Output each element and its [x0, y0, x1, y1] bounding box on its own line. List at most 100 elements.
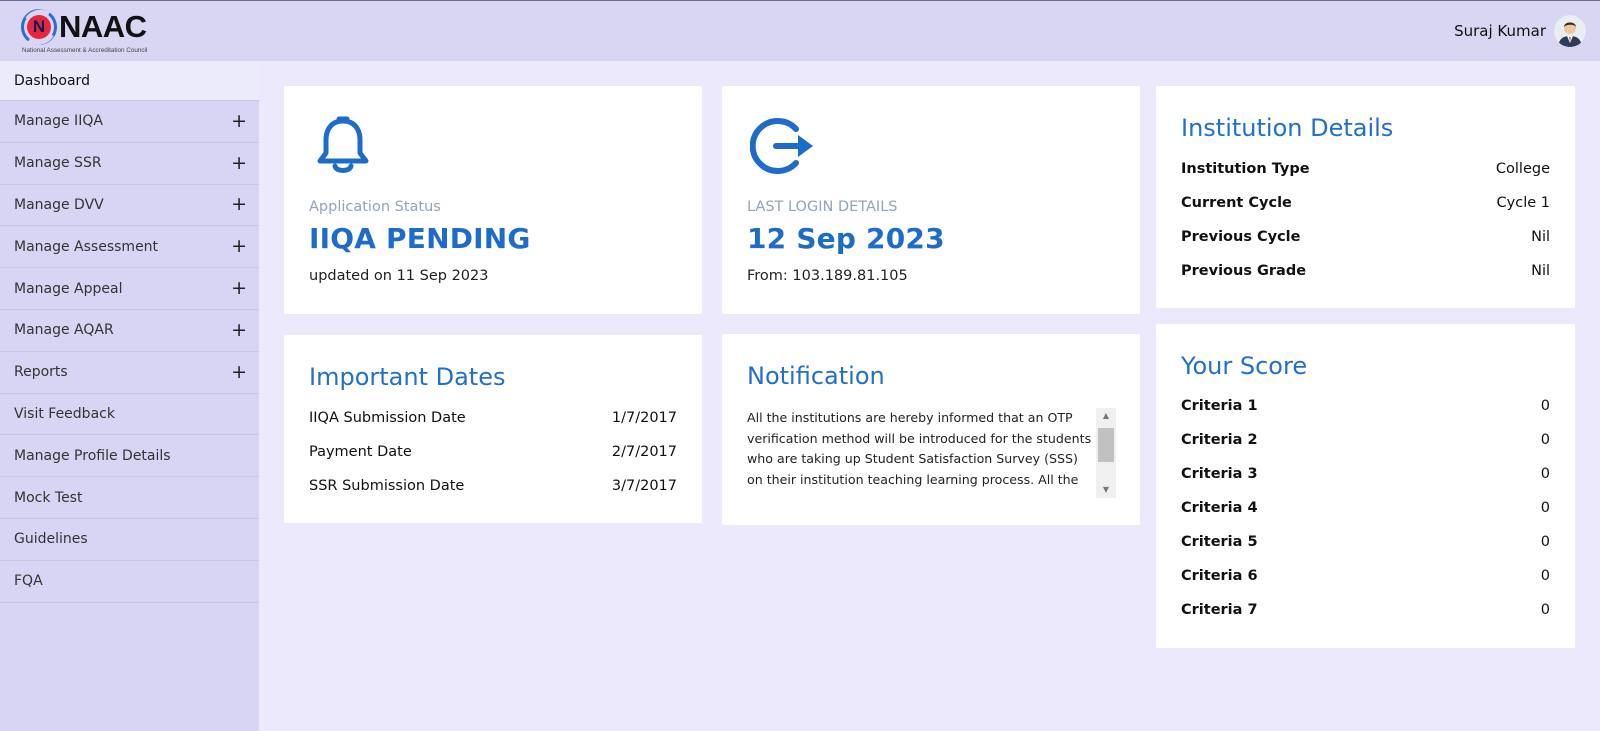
date-label: SSR Submission Date — [309, 478, 465, 494]
detail-value: Nil — [1531, 263, 1550, 279]
sidebar-item-manage-ssr[interactable]: Manage SSR + — [0, 143, 259, 185]
criteria-label: Criteria 4 — [1181, 500, 1258, 516]
sidebar-item-label: Reports — [14, 364, 68, 381]
notification-card: Notification All the institutions are he… — [722, 334, 1140, 525]
score-row: Criteria 7 0 — [1181, 602, 1550, 618]
notification-title: Notification — [747, 362, 885, 390]
criteria-score: 0 — [1540, 398, 1550, 414]
logo-subtitle: National Assessment & Accreditation Coun… — [22, 47, 148, 54]
sidebar-nav: Dashboard Manage IIQA + Manage SSR + Man… — [0, 61, 259, 731]
logout-icon — [750, 118, 813, 174]
institution-details-card: Institution Details Institution Type Col… — [1156, 86, 1575, 308]
sidebar-item-manage-aqar[interactable]: Manage AQAR + — [0, 310, 259, 352]
criteria-label: Criteria 5 — [1181, 534, 1258, 550]
detail-row: Current Cycle Cycle 1 — [1181, 195, 1550, 211]
your-score-title: Your Score — [1181, 352, 1308, 380]
date-value: 3/7/2017 — [611, 478, 677, 494]
sidebar-item-visit-feedback[interactable]: Visit Feedback — [0, 394, 259, 436]
sidebar-item-label: Manage Assessment — [14, 238, 159, 255]
logo-letter: N — [32, 17, 46, 36]
score-row: Criteria 3 0 — [1181, 466, 1550, 482]
detail-row: Institution Type College — [1181, 161, 1550, 177]
criteria-score: 0 — [1540, 602, 1550, 618]
user-avatar[interactable] — [1554, 15, 1586, 47]
date-label: Payment Date — [309, 444, 412, 460]
last-login-card: LAST LOGIN DETAILS 12 Sep 2023 From: 103… — [722, 86, 1140, 314]
criteria-label: Criteria 6 — [1181, 568, 1258, 584]
sidebar-item-label: Manage Profile Details — [14, 447, 171, 464]
sidebar-item-label: FQA — [14, 573, 43, 590]
sidebar-item-label: Visit Feedback — [14, 405, 115, 422]
detail-row: Previous Cycle Nil — [1181, 229, 1550, 245]
sidebar-item-manage-assessment[interactable]: Manage Assessment + — [0, 226, 259, 269]
detail-key: Previous Grade — [1181, 263, 1307, 279]
sidebar-item-label: Manage DVV — [14, 196, 104, 213]
sidebar-item-manage-dvv[interactable]: Manage DVV + — [0, 185, 259, 227]
date-label: IIQA Submission Date — [309, 410, 466, 426]
scrollbar-thumb[interactable] — [1098, 428, 1114, 462]
sidebar-item-label: Manage IIQA — [14, 113, 103, 130]
expand-plus-icon[interactable]: + — [231, 279, 247, 298]
last-login-date: 12 Sep 2023 — [747, 222, 945, 255]
sidebar-item-label: Manage SSR — [14, 155, 102, 172]
sidebar-item-manage-appeal[interactable]: Manage Appeal + — [0, 268, 259, 310]
detail-key: Institution Type — [1181, 161, 1310, 177]
status-label: Application Status — [309, 199, 441, 215]
score-row: Criteria 6 0 — [1181, 568, 1550, 584]
top-header: N NAAC National Assessment & Accreditati… — [0, 0, 1600, 61]
criteria-label: Criteria 1 — [1181, 398, 1258, 414]
score-row: Criteria 4 0 — [1181, 500, 1550, 516]
naac-logo[interactable]: N NAAC National Assessment & Accreditati… — [19, 7, 164, 57]
last-login-ip: From: 103.189.81.105 — [747, 268, 908, 284]
score-row: Criteria 1 0 — [1181, 398, 1550, 414]
expand-plus-icon[interactable]: + — [231, 153, 247, 173]
sidebar-item-label: Mock Test — [14, 489, 83, 506]
criteria-label: Criteria 2 — [1181, 432, 1258, 448]
date-row: IIQA Submission Date 1/7/2017 — [309, 410, 677, 426]
sidebar-item-dashboard[interactable]: Dashboard — [0, 61, 259, 101]
sidebar-item-label: Manage Appeal — [14, 280, 123, 297]
sidebar-item-label: Manage AQAR — [14, 322, 114, 339]
user-name[interactable]: Suraj Kumar — [1454, 22, 1546, 40]
notification-scrollbar[interactable]: ▲ ▼ — [1096, 408, 1116, 498]
expand-plus-icon[interactable]: + — [231, 362, 247, 382]
expand-plus-icon[interactable]: + — [231, 195, 247, 214]
notification-scroll-area[interactable]: All the institutions are hereby informed… — [747, 408, 1116, 500]
scroll-down-arrow-icon[interactable]: ▼ — [1096, 482, 1116, 498]
detail-value: Nil — [1531, 229, 1550, 245]
sidebar-item-mock-test[interactable]: Mock Test — [0, 477, 259, 519]
important-dates-card: Important Dates IIQA Submission Date 1/7… — [284, 335, 702, 523]
sidebar-item-label: Guidelines — [14, 531, 88, 548]
bell-icon — [317, 116, 369, 173]
status-updated-date: updated on 11 Sep 2023 — [309, 268, 489, 284]
status-value: IIQA PENDING — [309, 222, 531, 255]
score-row: Criteria 5 0 — [1181, 534, 1550, 550]
expand-plus-icon[interactable]: + — [231, 111, 247, 131]
sidebar-item-guidelines[interactable]: Guidelines — [0, 519, 259, 561]
sidebar-item-fqa[interactable]: FQA — [0, 561, 259, 603]
detail-value: Cycle 1 — [1496, 195, 1550, 211]
date-value: 1/7/2017 — [611, 410, 677, 426]
scroll-up-arrow-icon[interactable]: ▲ — [1096, 408, 1116, 424]
date-row: SSR Submission Date 3/7/2017 — [309, 478, 677, 494]
expand-plus-icon[interactable]: + — [231, 237, 247, 256]
sidebar-item-reports[interactable]: Reports + — [0, 352, 259, 394]
detail-key: Previous Cycle — [1181, 229, 1301, 245]
date-row: Payment Date 2/7/2017 — [309, 444, 677, 460]
detail-value: College — [1495, 161, 1550, 177]
application-status-card: Application Status IIQA PENDING updated … — [284, 86, 702, 314]
last-login-label: LAST LOGIN DETAILS — [747, 199, 898, 215]
important-dates-title: Important Dates — [309, 363, 506, 391]
criteria-label: Criteria 7 — [1181, 602, 1258, 618]
criteria-score: 0 — [1540, 534, 1550, 550]
criteria-score: 0 — [1540, 500, 1550, 516]
avatar-icon — [1554, 15, 1586, 47]
expand-plus-icon[interactable]: + — [231, 320, 247, 340]
sidebar-item-manage-profile-details[interactable]: Manage Profile Details — [0, 435, 259, 478]
criteria-score: 0 — [1540, 466, 1550, 482]
sidebar-item-manage-iiqa[interactable]: Manage IIQA + — [0, 101, 259, 143]
criteria-label: Criteria 3 — [1181, 466, 1258, 482]
notification-text: All the institutions are hereby informed… — [747, 410, 1092, 487]
sidebar-item-label: Dashboard — [14, 72, 90, 89]
institution-details-title: Institution Details — [1181, 114, 1394, 142]
